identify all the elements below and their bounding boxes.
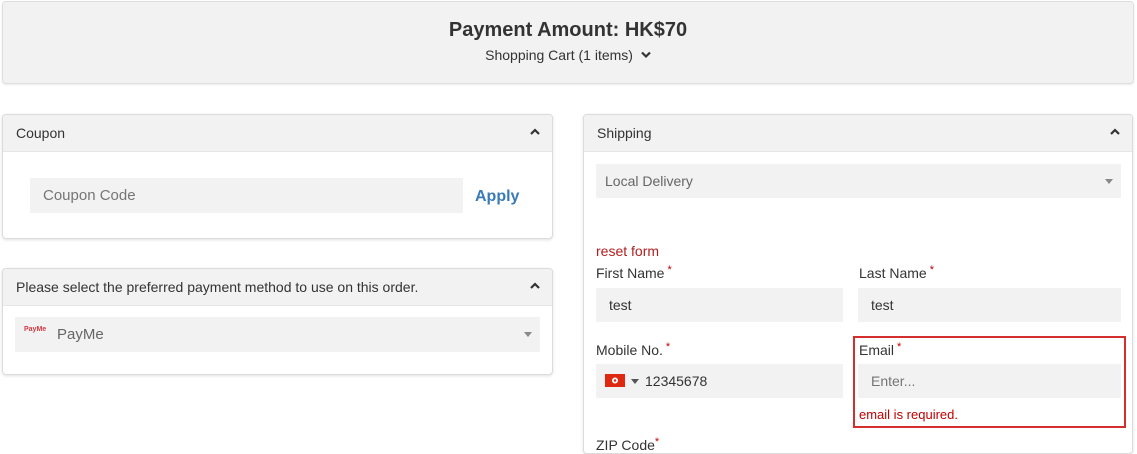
shipping-panel-header[interactable]: Shipping [584,115,1132,152]
first-name-label: First Name * [596,264,672,281]
apply-coupon-button[interactable]: Apply [475,188,519,206]
email-error-message: email is required. [859,407,958,422]
shipping-method-select[interactable]: Local Delivery [596,164,1121,198]
first-name-input[interactable]: test [596,288,843,322]
payment-method-select[interactable]: PayMe PayMe [15,317,540,352]
payment-panel-title: Please select the preferred payment meth… [16,279,419,295]
chevron-down-icon [641,46,651,62]
shopping-cart-label: Shopping Cart (1 items) [485,47,633,63]
hong-kong-flag-icon[interactable] [605,374,625,387]
required-mark: * [667,264,672,276]
zip-code-label: ZIP Code* [596,436,660,453]
required-mark: * [929,264,934,276]
shipping-method-value: Local Delivery [605,173,693,189]
chevron-up-icon[interactable] [529,125,541,137]
email-label: Email * [859,341,902,358]
coupon-code-input[interactable] [30,178,463,213]
payme-logo-icon: PayMe [24,326,47,333]
payment-method-value: PayMe [57,326,104,343]
last-name-input[interactable]: test [858,288,1121,322]
payment-amount: Payment Amount: HK$70 [448,19,688,41]
shopping-cart-toggle[interactable]: Shopping Cart (1 items) [3,46,1133,63]
caret-down-icon [1105,179,1113,184]
last-name-label: Last Name * [859,264,934,281]
payment-method-panel: Please select the preferred payment meth… [2,268,553,375]
chevron-up-icon[interactable] [529,279,541,291]
last-name-value: test [871,297,894,313]
shipping-panel: Shipping Local Delivery reset form First… [583,114,1133,454]
required-mark: * [897,341,902,353]
mobile-input[interactable]: 12345678 [596,364,843,398]
required-mark: * [665,341,671,353]
required-mark: * [654,436,660,448]
coupon-panel-title: Coupon [16,125,66,141]
payment-panel-header[interactable]: Please select the preferred payment meth… [3,269,552,306]
first-name-value: test [609,297,632,313]
mobile-label: Mobile No. * [596,341,671,358]
coupon-panel-header[interactable]: Coupon [3,115,552,152]
country-caret-icon[interactable] [631,379,639,384]
reset-form-link[interactable]: reset form [596,243,659,259]
coupon-panel: Coupon Apply [2,114,553,239]
email-input[interactable] [858,364,1121,398]
mobile-value: 12345678 [645,373,708,389]
chevron-up-icon[interactable] [1109,125,1121,137]
payment-summary-header: Payment Amount: HK$70 Shopping Cart (1 i… [2,1,1134,84]
shipping-panel-title: Shipping [597,125,652,141]
caret-down-icon [524,332,532,337]
